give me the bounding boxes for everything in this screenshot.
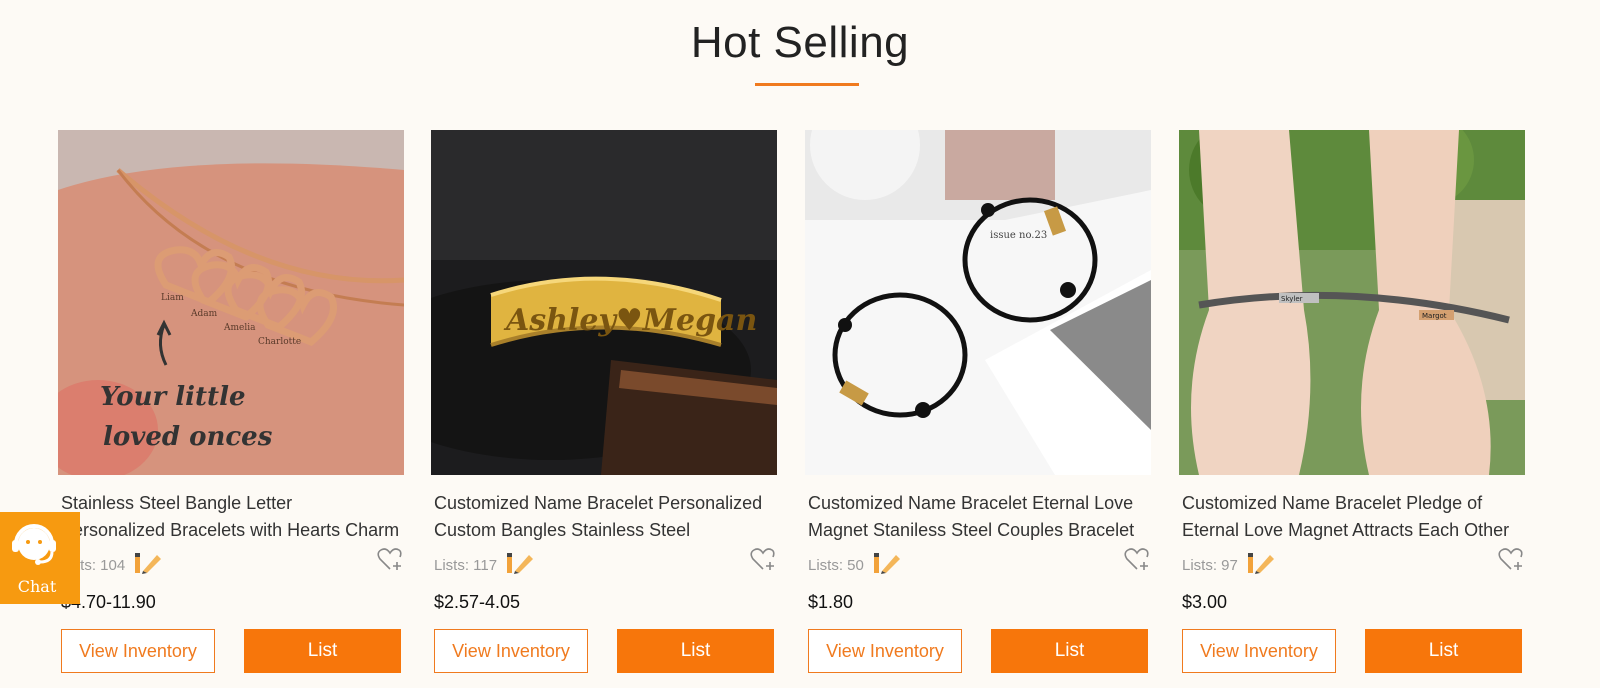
heart-name: Adam: [190, 309, 218, 319]
product-card: issue no.23 Customized Name Bracelet Ete…: [805, 130, 1151, 680]
product-card: Skyler Margot Customized Name Bracelet P…: [1179, 130, 1525, 680]
add-to-wishlist-icon[interactable]: [1123, 545, 1151, 573]
headset-icon: [12, 524, 56, 565]
pencil-icon: [1246, 551, 1276, 579]
image-caption: Ashley♥Megan: [503, 303, 757, 338]
product-name[interactable]: Stainless Steel Bangle Letter Personaliz…: [61, 490, 401, 544]
heart-name: Charlotte: [258, 337, 301, 347]
view-inventory-button[interactable]: View Inventory: [434, 629, 588, 673]
view-inventory-button[interactable]: View Inventory: [1182, 629, 1336, 673]
product-image[interactable]: Skyler Margot: [1179, 130, 1525, 475]
pencil-icon: [872, 551, 902, 579]
product-price: $2.57-4.05: [434, 592, 521, 612]
view-inventory-button[interactable]: View Inventory: [808, 629, 962, 673]
product-image[interactable]: issue no.23: [805, 130, 1151, 475]
heart-name: Liam: [161, 293, 184, 303]
image-caption: issue no.23: [990, 230, 1047, 241]
add-to-wishlist-icon[interactable]: [1497, 545, 1525, 573]
pencil-icon: [133, 551, 163, 579]
lists-count: Lists: 50: [808, 551, 902, 579]
lists-label: Lists: 50: [808, 556, 864, 574]
product-price: $1.80: [808, 592, 854, 612]
product-card: Ashley♥Megan Customized Name Bracelet Pe…: [431, 130, 777, 680]
product-name[interactable]: Customized Name Bracelet Pledge of Etern…: [1182, 490, 1522, 544]
list-button[interactable]: List: [244, 629, 401, 673]
list-button[interactable]: List: [617, 629, 774, 673]
product-image[interactable]: Ashley♥Megan: [431, 130, 777, 475]
title-underline: [755, 83, 859, 86]
image-caption: Skyler: [1281, 295, 1303, 303]
product-name[interactable]: Customized Name Bracelet Eternal Love Ma…: [808, 490, 1148, 544]
image-caption: Your little: [100, 382, 246, 412]
list-button[interactable]: List: [991, 629, 1148, 673]
section-title: Hot Selling: [690, 18, 910, 67]
add-to-wishlist-icon[interactable]: [749, 545, 777, 573]
lists-label: Lists: 117: [434, 556, 498, 574]
image-caption: Margot: [1422, 312, 1447, 320]
product-card: Liam Adam Amelia Charlotte Your little l…: [58, 130, 404, 680]
product-image[interactable]: Liam Adam Amelia Charlotte Your little l…: [58, 130, 404, 475]
pencil-icon: [505, 551, 535, 579]
lists-label: Lists: 97: [1182, 556, 1238, 574]
image-caption: loved onces: [103, 422, 273, 452]
lists-count: Lists: 117: [434, 551, 535, 579]
product-name[interactable]: Customized Name Bracelet Personalized Cu…: [434, 490, 774, 544]
heart-name: Amelia: [223, 323, 256, 333]
product-price: $3.00: [1182, 592, 1228, 612]
view-inventory-button[interactable]: View Inventory: [61, 629, 215, 673]
add-to-wishlist-icon[interactable]: [376, 545, 404, 573]
chat-button[interactable]: Chat: [0, 512, 80, 604]
chat-label: Chat: [17, 577, 57, 596]
lists-count: Lists: 97: [1182, 551, 1276, 579]
list-button[interactable]: List: [1365, 629, 1522, 673]
